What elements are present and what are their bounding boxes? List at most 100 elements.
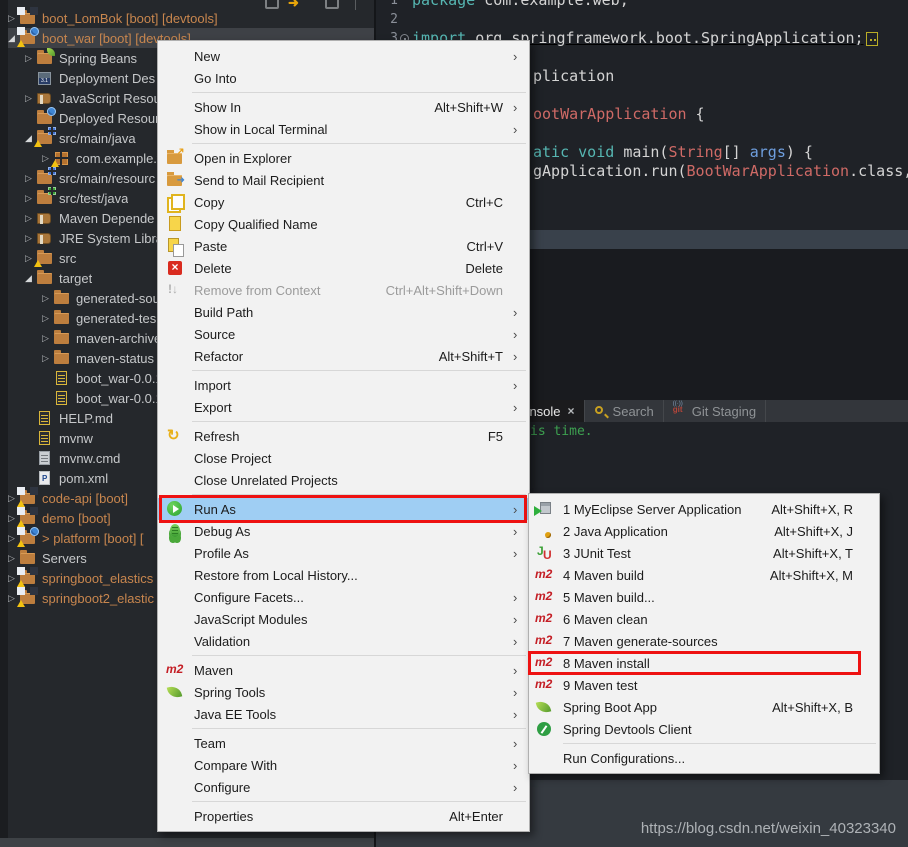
menu-item-properties[interactable]: PropertiesAlt+Enter	[158, 805, 529, 827]
menu-item-configure[interactable]: Configure›	[158, 776, 529, 798]
menu-item-import[interactable]: Import›	[158, 374, 529, 396]
code-line: 1package com.example.web;	[376, 0, 908, 10]
tree-collapsed-arrow-icon[interactable]: ▷	[21, 213, 36, 224]
menu-item-copy-qualified-name[interactable]: Copy Qualified Name	[158, 213, 529, 235]
menu-item-7-maven-generate-sources[interactable]: m27 Maven generate-sources	[529, 630, 879, 652]
menu-item-run-as[interactable]: Run As›	[158, 498, 529, 520]
menu-item-configure-facets[interactable]: Configure Facets...›	[158, 586, 529, 608]
menu-item-new[interactable]: New›	[158, 45, 529, 67]
menu-item-run-configurations[interactable]: Run Configurations...	[529, 747, 879, 769]
badge-m-icon	[17, 527, 25, 535]
menu-icon-spacer	[166, 47, 186, 65]
tree-collapsed-arrow-icon[interactable]: ▷	[38, 293, 53, 304]
menu-item-label: New	[194, 49, 220, 64]
tree-collapsed-arrow-icon[interactable]: ▷	[21, 53, 36, 64]
badge-globe-icon	[30, 27, 39, 36]
menu-item-build-path[interactable]: Build Path›	[158, 301, 529, 323]
file-icon	[36, 410, 54, 426]
menu-item-export[interactable]: Export›	[158, 396, 529, 418]
menu-item-source[interactable]: Source›	[158, 323, 529, 345]
menu-item-shortcut: Alt+Shift+X, R	[771, 502, 863, 517]
tree-collapsed-arrow-icon[interactable]: ▷	[38, 333, 53, 344]
menu-item-label: Show In	[194, 100, 241, 115]
tree-collapsed-arrow-icon[interactable]: ▷	[38, 153, 53, 164]
folder-icon	[36, 250, 54, 266]
project-icon	[19, 570, 37, 586]
menu-item-1-myeclipse-server-application[interactable]: 1 MyEclipse Server ApplicationAlt+Shift+…	[529, 498, 879, 520]
menu-item-2-java-application[interactable]: 2 Java ApplicationAlt+Shift+X, J	[529, 520, 879, 542]
line-number: 1	[376, 0, 398, 10]
grid-badge-icon	[48, 187, 56, 195]
tree-expanded-arrow-icon[interactable]: ◢	[21, 133, 36, 144]
tree-expanded-arrow-icon[interactable]: ◢	[21, 273, 36, 284]
code-fragment: {	[687, 105, 705, 123]
tree-collapsed-arrow-icon[interactable]: ▷	[21, 193, 36, 204]
tree-collapsed-arrow-icon[interactable]: ▷	[38, 313, 53, 324]
menu-item-open-in-explorer[interactable]: Open in Explorer	[158, 147, 529, 169]
menu-item-shortcut: Alt+Enter	[449, 809, 513, 824]
menu-item-maven[interactable]: m2Maven›	[158, 659, 529, 681]
submenu-arrow-icon: ›	[513, 502, 529, 517]
menu-item-close-unrelated-projects[interactable]: Close Unrelated Projects	[158, 469, 529, 491]
menu-item-close-project[interactable]: Close Project	[158, 447, 529, 469]
menu-item-compare-with[interactable]: Compare With›	[158, 754, 529, 776]
folder-icon	[36, 270, 54, 286]
tab-search[interactable]: Search	[585, 400, 664, 422]
tab-git-staging[interactable]: gitGit Staging	[664, 400, 766, 422]
close-icon[interactable]: ×	[568, 404, 575, 418]
menu-item-show-in[interactable]: Show InAlt+Shift+W›	[158, 96, 529, 118]
menu-item-validation[interactable]: Validation›	[158, 630, 529, 652]
menu-item-label: Refresh	[194, 429, 240, 444]
menu-item-java-ee-tools[interactable]: Java EE Tools›	[158, 703, 529, 725]
menu-item-label: Show in Local Terminal	[194, 122, 327, 137]
menu-item-profile-as[interactable]: Profile As›	[158, 542, 529, 564]
menu-item-label: 7 Maven generate-sources	[563, 634, 718, 649]
maven-icon: m2	[535, 610, 555, 628]
submenu-arrow-icon: ›	[513, 685, 529, 700]
menu-item-9-maven-test[interactable]: m29 Maven test	[529, 674, 879, 696]
menu-item-copy[interactable]: CopyCtrl+C	[158, 191, 529, 213]
menu-item-spring-boot-app[interactable]: Spring Boot AppAlt+Shift+X, B	[529, 696, 879, 718]
menu-item-spring-devtools-client[interactable]: Spring Devtools Client	[529, 718, 879, 740]
tree-collapsed-arrow-icon[interactable]: ▷	[21, 253, 36, 264]
menu-item-refresh[interactable]: ↻RefreshF5	[158, 425, 529, 447]
tree-collapsed-arrow-icon[interactable]: ▷	[38, 353, 53, 364]
spring-leaf-icon	[166, 683, 186, 701]
menu-icon-spacer	[166, 303, 186, 321]
tree-item[interactable]: ▷boot_LomBok [boot] [devtools]	[0, 8, 374, 28]
menu-icon-spacer	[166, 325, 186, 343]
tree-item-label: springboot2_elastic	[42, 591, 154, 606]
refresh-icon: ↻	[166, 427, 186, 445]
tree-collapsed-arrow-icon[interactable]: ▷	[21, 93, 36, 104]
menu-item-label: Go Into	[194, 71, 237, 86]
menu-item-debug-as[interactable]: Debug As›	[158, 520, 529, 542]
menu-item-go-into[interactable]: Go Into	[158, 67, 529, 89]
menu-item-send-to-mail-recipient[interactable]: Send to Mail Recipient	[158, 169, 529, 191]
code-fragment: atic	[533, 143, 578, 161]
menu-item-shortcut: Alt+Shift+T	[439, 349, 513, 364]
menu-item-spring-tools[interactable]: Spring Tools›	[158, 681, 529, 703]
menu-item-label: 4 Maven build	[563, 568, 644, 583]
menu-item-show-in-local-terminal[interactable]: Show in Local Terminal›	[158, 118, 529, 140]
menu-item-team[interactable]: Team›	[158, 732, 529, 754]
menu-item-6-maven-clean[interactable]: m26 Maven clean	[529, 608, 879, 630]
menu-item-restore-from-local-history[interactable]: Restore from Local History...	[158, 564, 529, 586]
menu-item-label: JavaScript Modules	[194, 612, 307, 627]
menu-item-paste[interactable]: PasteCtrl+V	[158, 235, 529, 257]
menu-item-3-junit-test[interactable]: 3 JUnit TestAlt+Shift+X, T	[529, 542, 879, 564]
menu-icon-spacer	[166, 449, 186, 467]
menu-item-5-maven-build[interactable]: m25 Maven build...	[529, 586, 879, 608]
delete-icon	[166, 259, 186, 277]
menu-item-label: Debug As	[194, 524, 250, 539]
menu-item-javascript-modules[interactable]: JavaScript Modules›	[158, 608, 529, 630]
menu-item-label: Close Project	[194, 451, 271, 466]
menu-item-delete[interactable]: DeleteDelete	[158, 257, 529, 279]
menu-item-refactor[interactable]: RefactorAlt+Shift+T›	[158, 345, 529, 367]
menu-item-8-maven-install[interactable]: m28 Maven install	[529, 652, 879, 674]
tree-item-label: > platform [boot] [	[42, 531, 144, 546]
tree-collapsed-arrow-icon[interactable]: ▷	[21, 233, 36, 244]
folded-region-icon[interactable]	[866, 32, 878, 46]
tree-collapsed-arrow-icon[interactable]: ▷	[21, 173, 36, 184]
menu-item-4-maven-build[interactable]: m24 Maven buildAlt+Shift+X, M	[529, 564, 879, 586]
tree-item-label: target	[59, 271, 92, 286]
